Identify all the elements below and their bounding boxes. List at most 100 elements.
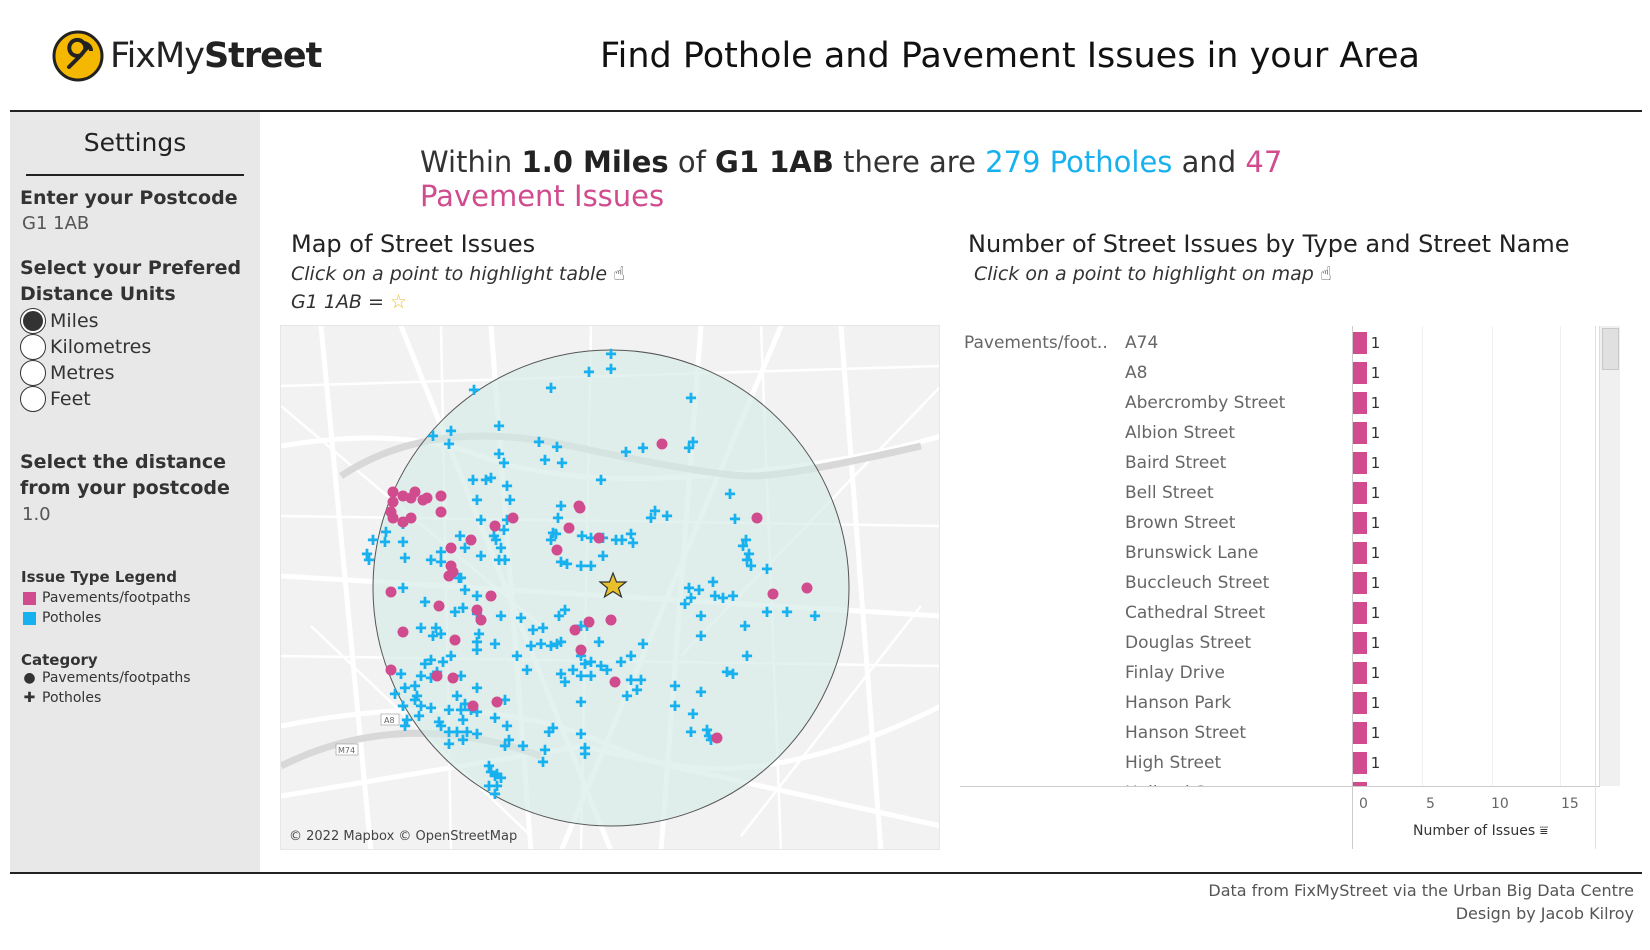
table-row[interactable]: Pavements/foot.. A74 1 — [960, 329, 1580, 359]
table-row[interactable]: Douglas Street 1 — [960, 629, 1580, 659]
pothole-marker[interactable]: ✚ — [537, 755, 549, 771]
pothole-marker[interactable]: ✚ — [489, 711, 501, 727]
pavement-marker[interactable] — [433, 600, 445, 612]
pothole-marker[interactable]: ✚ — [517, 739, 529, 755]
count-bar[interactable] — [1353, 662, 1367, 684]
count-bar[interactable] — [1353, 332, 1367, 354]
postcode-input[interactable]: G1 1AB — [22, 213, 89, 234]
pothole-marker[interactable]: ✚ — [597, 549, 609, 565]
pavement-marker[interactable] — [471, 604, 483, 616]
pothole-marker[interactable]: ✚ — [425, 553, 437, 569]
count-bar[interactable] — [1353, 422, 1367, 444]
pothole-marker[interactable]: ✚ — [685, 391, 697, 407]
pothole-marker[interactable]: ✚ — [761, 605, 773, 621]
pothole-marker[interactable]: ✚ — [585, 559, 597, 575]
pavement-marker[interactable] — [574, 502, 586, 514]
pothole-marker[interactable]: ✚ — [468, 383, 480, 399]
pavement-marker[interactable] — [435, 490, 447, 502]
pavement-marker[interactable] — [489, 520, 501, 532]
table-row[interactable]: Cathedral Street 1 — [960, 599, 1580, 629]
pavement-marker[interactable] — [443, 570, 455, 582]
pothole-marker[interactable]: ✚ — [493, 419, 505, 435]
table-row[interactable]: Abercromby Street 1 — [960, 389, 1580, 419]
pavement-marker[interactable] — [445, 542, 457, 554]
pothole-marker[interactable]: ✚ — [687, 707, 699, 723]
pothole-marker[interactable]: ✚ — [498, 456, 510, 472]
pothole-marker[interactable]: ✚ — [685, 725, 697, 741]
pothole-marker[interactable]: ✚ — [427, 429, 439, 445]
pothole-marker[interactable]: ✚ — [721, 665, 733, 681]
pothole-marker[interactable]: ✚ — [595, 473, 607, 489]
count-bar[interactable] — [1353, 392, 1367, 414]
pothole-marker[interactable]: ✚ — [495, 609, 507, 625]
pothole-marker[interactable]: ✚ — [475, 549, 487, 565]
table-row[interactable]: Baird Street 1 — [960, 449, 1580, 479]
pavement-marker[interactable] — [593, 532, 605, 544]
pavement-marker[interactable] — [711, 732, 723, 744]
pothole-marker[interactable]: ✚ — [579, 747, 591, 763]
pothole-marker[interactable]: ✚ — [449, 605, 461, 621]
pavement-marker[interactable] — [447, 672, 459, 684]
pavement-marker[interactable] — [421, 492, 433, 504]
pothole-marker[interactable]: ✚ — [471, 493, 483, 509]
pothole-marker[interactable]: ✚ — [741, 649, 753, 665]
pothole-marker[interactable]: ✚ — [695, 629, 707, 645]
pothole-marker[interactable]: ✚ — [550, 527, 562, 543]
pothole-marker[interactable]: ✚ — [471, 589, 483, 605]
pothole-marker[interactable]: ✚ — [485, 471, 497, 487]
pothole-marker[interactable]: ✚ — [457, 713, 469, 729]
pavement-marker[interactable] — [751, 512, 763, 524]
radio-icon[interactable] — [20, 360, 46, 386]
count-bar[interactable] — [1353, 752, 1367, 774]
pavement-marker[interactable] — [409, 486, 421, 498]
pothole-marker[interactable]: ✚ — [575, 695, 587, 711]
pothole-marker[interactable]: ✚ — [645, 511, 657, 527]
radio-icon[interactable] — [20, 334, 46, 360]
pothole-marker[interactable]: ✚ — [515, 611, 527, 627]
pothole-marker[interactable]: ✚ — [637, 637, 649, 653]
issues-by-street-table[interactable]: Pavements/foot.. A74 1 A8 1 Abercromby Street… — [960, 326, 1620, 850]
pavement-marker[interactable] — [605, 614, 617, 626]
pothole-marker[interactable]: ✚ — [781, 605, 793, 621]
pothole-marker[interactable]: ✚ — [401, 713, 413, 729]
pothole-marker[interactable]: ✚ — [435, 555, 447, 571]
pothole-marker[interactable]: ✚ — [419, 595, 431, 611]
pavement-marker[interactable] — [387, 496, 399, 508]
count-bar[interactable] — [1353, 512, 1367, 534]
pavement-marker[interactable] — [801, 582, 813, 594]
pothole-marker[interactable]: ✚ — [695, 685, 707, 701]
pothole-marker[interactable]: ✚ — [537, 621, 549, 637]
pothole-marker[interactable]: ✚ — [615, 655, 627, 671]
pothole-marker[interactable]: ✚ — [669, 699, 681, 715]
pavement-marker[interactable] — [431, 670, 443, 682]
table-row[interactable]: Brunswick Lane 1 — [960, 539, 1580, 569]
pothole-marker[interactable]: ✚ — [419, 657, 431, 673]
pavement-marker[interactable] — [449, 634, 461, 646]
pavement-marker[interactable] — [435, 506, 447, 518]
pothole-marker[interactable]: ✚ — [475, 513, 487, 529]
pavement-marker[interactable] — [387, 512, 399, 524]
pothole-marker[interactable]: ✚ — [443, 437, 455, 453]
table-row[interactable]: Albion Street 1 — [960, 419, 1580, 449]
pothole-marker[interactable]: ✚ — [551, 637, 563, 653]
pothole-marker[interactable]: ✚ — [457, 733, 469, 749]
sort-icon[interactable]: ⩸ — [1540, 823, 1549, 839]
radio-icon[interactable] — [20, 386, 46, 412]
pothole-marker[interactable]: ✚ — [467, 473, 479, 489]
pothole-marker[interactable]: ✚ — [745, 559, 757, 575]
pothole-marker[interactable]: ✚ — [556, 456, 568, 472]
pothole-marker[interactable]: ✚ — [489, 637, 501, 653]
pothole-marker[interactable]: ✚ — [601, 663, 613, 679]
pothole-marker[interactable]: ✚ — [579, 657, 591, 673]
pothole-marker[interactable]: ✚ — [539, 453, 551, 469]
pavement-marker[interactable] — [563, 522, 575, 534]
pothole-marker[interactable]: ✚ — [593, 635, 605, 651]
units-option-kilometres[interactable]: Kilometres — [20, 334, 151, 360]
pavement-marker[interactable] — [767, 588, 779, 600]
pothole-marker[interactable]: ✚ — [411, 689, 423, 705]
pothole-marker[interactable]: ✚ — [627, 536, 639, 552]
distance-input[interactable]: 1.0 — [22, 504, 51, 525]
pothole-marker[interactable]: ✚ — [669, 679, 681, 695]
count-bar[interactable] — [1353, 572, 1367, 594]
pothole-marker[interactable]: ✚ — [363, 553, 375, 569]
